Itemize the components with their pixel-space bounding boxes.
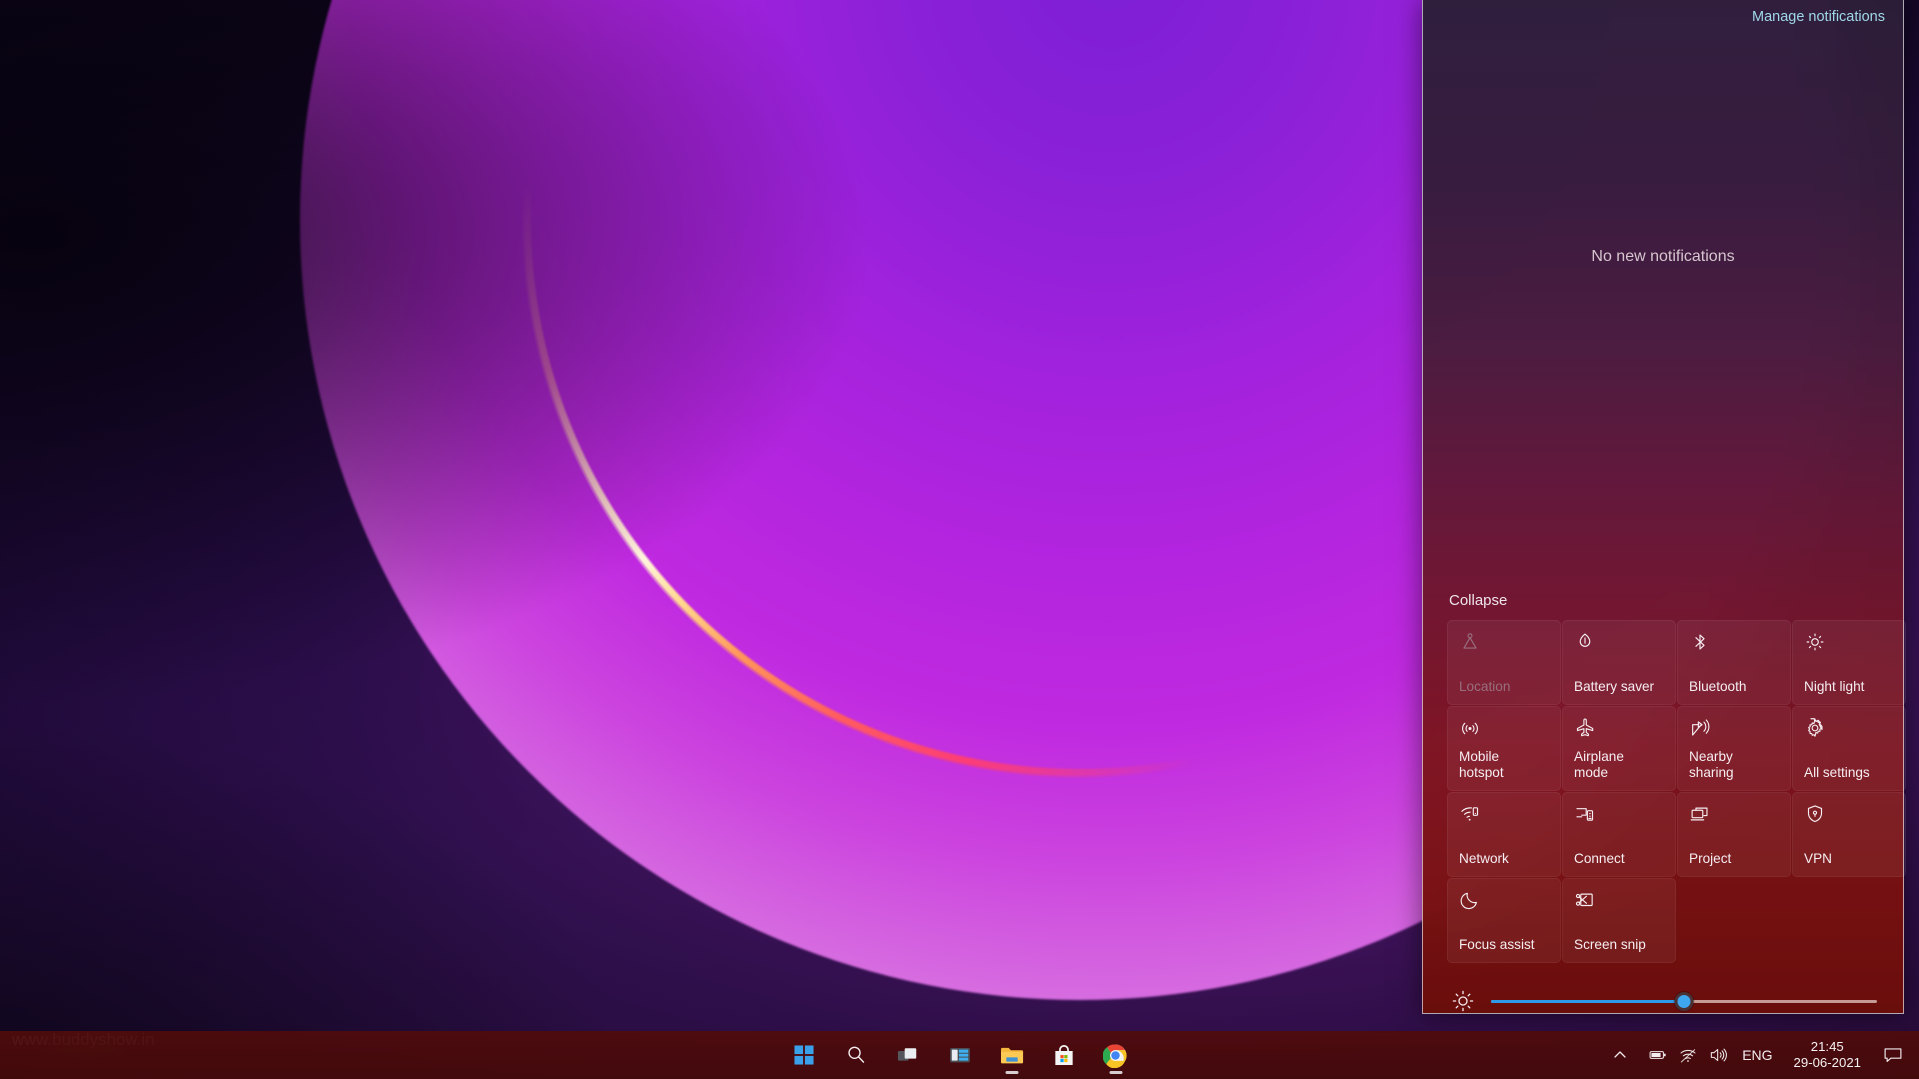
brightness-slider[interactable]: [1491, 991, 1877, 1011]
connect-icon: [1574, 803, 1596, 825]
quick-action-airplane-mode[interactable]: Airplane mode: [1562, 706, 1676, 791]
clock-date: 29-06-2021: [1793, 1055, 1861, 1070]
gear-icon: [1804, 717, 1826, 739]
chrome-button[interactable]: [1094, 1035, 1138, 1075]
taskbar[interactable]: ENG 21:45 29-06-2021: [0, 1031, 1919, 1079]
quick-action-label: Airplane mode: [1574, 749, 1624, 780]
language-indicator[interactable]: ENG: [1733, 1031, 1781, 1079]
clock[interactable]: 21:45 29-06-2021: [1786, 1031, 1873, 1079]
bluetooth-icon: [1689, 631, 1711, 653]
quick-action-label: Screen snip: [1574, 937, 1646, 952]
microsoft-store-button[interactable]: [1042, 1035, 1086, 1075]
airplane-mode-icon: [1574, 717, 1596, 739]
search-icon: [845, 1044, 867, 1066]
quick-action-nearby-sharing[interactable]: Nearby sharing: [1677, 706, 1791, 791]
quick-action-label: Nearby sharing: [1689, 749, 1734, 780]
task-view-button[interactable]: [886, 1035, 930, 1075]
quick-action-label: Focus assist: [1459, 937, 1535, 952]
vpn-shield-icon: [1804, 803, 1826, 825]
battery-icon[interactable]: [1643, 1031, 1673, 1079]
folder-icon: [999, 1044, 1025, 1066]
store-bag-icon: [1052, 1044, 1076, 1067]
quick-action-all-settings[interactable]: All settings: [1792, 706, 1906, 791]
quick-action-label: Network: [1459, 851, 1509, 866]
windows-logo-icon: [793, 1044, 815, 1066]
clock-time: 21:45: [1810, 1039, 1844, 1054]
wifi-icon[interactable]: [1673, 1031, 1703, 1079]
search-button[interactable]: [834, 1035, 878, 1075]
quick-action-project[interactable]: Project: [1677, 792, 1791, 877]
action-center-panel[interactable]: Manage notifications No new notification…: [1422, 0, 1906, 1014]
quick-action-network[interactable]: Network: [1447, 792, 1561, 877]
quick-action-focus-assist[interactable]: Focus assist: [1447, 878, 1561, 963]
chrome-icon: [1103, 1043, 1128, 1068]
notifications-list: No new notifications: [1423, 34, 1903, 592]
quick-action-label: Night light: [1804, 679, 1865, 694]
quick-action-label: VPN: [1804, 851, 1832, 866]
quick-action-location: Location: [1447, 620, 1561, 705]
quick-action-vpn[interactable]: VPN: [1792, 792, 1906, 877]
quick-action-bluetooth[interactable]: Bluetooth: [1677, 620, 1791, 705]
mobile-hotspot-icon: [1459, 717, 1481, 739]
quick-action-night-light[interactable]: Night light: [1792, 620, 1906, 705]
network-icon: [1459, 803, 1481, 825]
active-app-indicator: [1005, 1071, 1018, 1074]
quick-action-label: Location: [1459, 679, 1511, 694]
quick-action-label: Bluetooth: [1689, 679, 1747, 694]
chevron-up-icon[interactable]: [1605, 1031, 1635, 1079]
quick-action-label: All settings: [1804, 765, 1870, 780]
manage-notifications-link[interactable]: Manage notifications: [1752, 9, 1885, 25]
quick-action-label: Battery saver: [1574, 679, 1655, 694]
quick-action-battery-saver[interactable]: Battery saver: [1562, 620, 1676, 705]
no-new-notifications-text: No new notifications: [1591, 248, 1735, 265]
battery-saver-icon: [1574, 631, 1596, 653]
widgets-button[interactable]: [938, 1035, 982, 1075]
quick-action-screen-snip[interactable]: Screen snip: [1562, 878, 1676, 963]
action-center-header: Manage notifications: [1423, 0, 1903, 34]
screen-snip-icon: [1574, 889, 1596, 911]
collapse-button[interactable]: Collapse: [1449, 592, 1507, 609]
notification-bubble-icon[interactable]: [1873, 1031, 1913, 1079]
active-app-indicator: [1109, 1071, 1122, 1074]
system-tray: ENG 21:45 29-06-2021: [1605, 1031, 1919, 1079]
project-icon: [1689, 803, 1711, 825]
quick-action-mobile-hotspot[interactable]: Mobile hotspot: [1447, 706, 1561, 791]
quick-action-label: Project: [1689, 851, 1732, 866]
quick-action-label: Connect: [1574, 851, 1625, 866]
quick-action-connect[interactable]: Connect: [1562, 792, 1676, 877]
nearby-sharing-icon: [1689, 717, 1711, 739]
brightness-icon: [1451, 989, 1475, 1013]
brightness-row: [1423, 967, 1903, 1013]
tray-status-icons[interactable]: ENG: [1635, 1031, 1785, 1079]
start-button[interactable]: [782, 1035, 826, 1075]
slider-thumb[interactable]: [1674, 991, 1694, 1011]
speaker-icon[interactable]: [1703, 1031, 1733, 1079]
file-explorer-button[interactable]: [990, 1035, 1034, 1075]
night-light-icon: [1804, 631, 1826, 653]
quick-action-label: Mobile hotspot: [1459, 749, 1504, 780]
location-icon: [1459, 631, 1481, 653]
task-view-icon: [896, 1044, 920, 1066]
quick-actions-grid: Location Battery saver Bluetooth Night ligh…: [1423, 620, 1906, 963]
collapse-row: Collapse: [1423, 592, 1903, 620]
slider-fill: [1491, 999, 1684, 1003]
taskbar-app-buttons: [782, 1031, 1138, 1079]
widgets-icon: [948, 1044, 972, 1066]
moon-icon: [1459, 889, 1481, 911]
